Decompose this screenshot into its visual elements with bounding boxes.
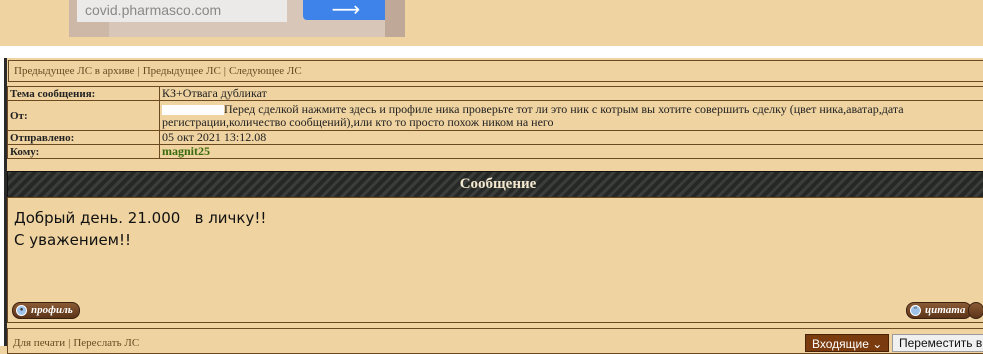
folder-select-value: Входящие [812, 337, 869, 351]
edit-button[interactable] [968, 302, 983, 319]
quote-icon: “ [910, 305, 921, 316]
nav-separator: | [224, 65, 226, 77]
subject-value: КЗ+Отвага дубликат [160, 87, 983, 101]
from-row: От: Перед сделкой нажмите здесь и профил… [8, 101, 983, 131]
to-cell: magnit25 [160, 145, 983, 159]
message-line: С уважением!! [14, 229, 266, 251]
ad-strip: covid.pharmasco.com ⟶ [0, 0, 983, 46]
profile-button-label: профиль [31, 304, 73, 316]
message-header-title: Сообщение [8, 176, 983, 193]
prev-archive-link[interactable]: Предыдущее ЛС в архиве [14, 65, 135, 77]
quote-button[interactable]: “ цитата [906, 302, 972, 319]
subject-row: Тема сообщения: КЗ+Отвага дубликат [8, 87, 983, 101]
ad-url-text: covid.pharmasco.com [85, 2, 221, 18]
print-link[interactable]: Для печати [13, 337, 65, 349]
ad-image-right [385, 0, 405, 37]
from-label: От: [8, 101, 160, 131]
prev-link[interactable]: Предыдущее ЛС [143, 65, 221, 77]
from-cell: Перед сделкой нажмите здесь и профиле ни… [160, 101, 983, 131]
ad-banner[interactable]: covid.pharmasco.com ⟶ [69, 0, 405, 37]
arrow-right-icon: ⟶ [332, 0, 361, 21]
user-icon: ● [16, 305, 27, 316]
folder-select[interactable]: Входящие ⌄ [805, 334, 889, 352]
profile-button[interactable]: ● профиль [12, 302, 80, 319]
nav-separator: | [138, 65, 140, 77]
recipient-link[interactable]: magnit25 [162, 144, 210, 158]
pm-footer: Для печати|Переслать ЛС Входящие ⌄ Перем… [7, 328, 983, 354]
ad-go-button[interactable]: ⟶ [303, 0, 389, 20]
pm-navigation: Предыдущее ЛС в архиве|Предыдущее ЛС|Сле… [8, 60, 983, 82]
next-link[interactable]: Следующее ЛС [229, 65, 302, 77]
move-button[interactable]: Переместить в [892, 334, 983, 352]
chevron-down-icon: ⌄ [872, 337, 882, 351]
subject-label: Тема сообщения: [8, 87, 160, 101]
to-row: Кому: magnit25 [8, 145, 983, 159]
redacted-username [162, 105, 224, 115]
message-info-table: Тема сообщения: КЗ+Отвага дубликат От: П… [7, 86, 983, 159]
from-profile-link[interactable]: Перед сделкой нажмите здесь и профиле ни… [162, 102, 904, 129]
pm-nav-links: Предыдущее ЛС в архиве|Предыдущее ЛС|Сле… [14, 65, 302, 77]
message-text: Добрый день. 21.000 в личку!! С уважение… [14, 207, 266, 251]
message-body: Добрый день. 21.000 в личку!! С уважение… [7, 197, 983, 323]
ad-url-field[interactable]: covid.pharmasco.com [77, 0, 287, 22]
quote-button-label: цитата [925, 304, 965, 316]
sent-label: Отправлено: [8, 131, 160, 145]
sent-value: 05 окт 2021 13:12.08 [160, 131, 983, 145]
message-header: Сообщение [7, 171, 983, 198]
to-label: Кому: [8, 145, 160, 159]
footer-links: Для печати|Переслать ЛС [13, 337, 139, 349]
message-line: Добрый день. 21.000 в личку!! [14, 207, 266, 229]
divider [0, 46, 983, 58]
forward-link[interactable]: Переслать ЛС [73, 337, 139, 349]
sent-row: Отправлено: 05 окт 2021 13:12.08 [8, 131, 983, 145]
nav-separator: | [68, 337, 70, 349]
